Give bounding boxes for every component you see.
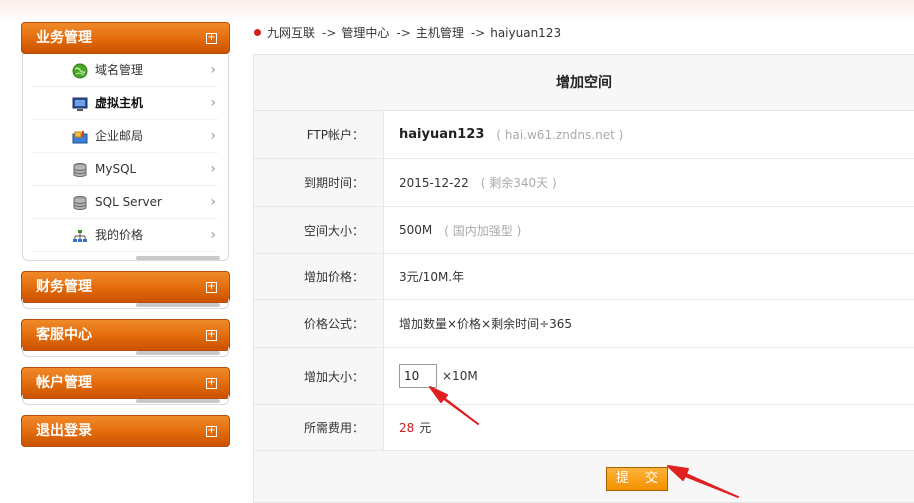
days-remaining: ( 剩余340天 ) [480, 176, 557, 190]
group-account: 帐户管理 + [21, 367, 230, 405]
sidebar-item-label: 域名管理 [95, 63, 144, 77]
expand-icon[interactable]: + [206, 330, 217, 341]
expand-icon[interactable]: + [206, 282, 217, 293]
group-header-business[interactable]: 业务管理 + [21, 22, 230, 54]
expand-icon[interactable]: + [206, 33, 217, 44]
group-title: 客服中心 [36, 327, 92, 343]
chevron-right-icon: › [210, 227, 216, 243]
row-cost: 所需费用： 28 元 [254, 405, 914, 451]
field-label: 所需费用： [254, 405, 384, 450]
sidebar-item-label: 企业邮局 [95, 129, 144, 143]
bullet-icon [254, 29, 261, 36]
plan-type: ( 国内加强型 ) [444, 223, 522, 238]
sidebar-item-mail[interactable]: 企业邮局 › [33, 120, 218, 153]
submit-row: 提 交 [254, 451, 914, 502]
chevron-right-icon: › [210, 161, 216, 177]
sidebar-item-label: 我的价格 [95, 228, 144, 242]
field-label: 增加大小： [254, 348, 384, 404]
sidebar-item-vhost[interactable]: 虚拟主机 › [33, 87, 218, 120]
scrollbar[interactable] [136, 351, 220, 355]
sidebar-item-label: SQL Server [95, 195, 162, 209]
group-logout: 退出登录 + [21, 415, 230, 447]
breadcrumb-item[interactable]: 九网互联 [267, 24, 315, 41]
group-body-business: 域名管理 › 虚拟主机 › 企业邮局 › MySQL › SQL Server … [22, 54, 229, 261]
chevron-right-icon: › [210, 95, 216, 111]
row-expire: 到期时间： 2015-12-22 ( 剩余340天 ) [254, 159, 914, 207]
row-space: 空间大小： 500M ( 国内加强型 ) [254, 207, 914, 254]
chevron-right-icon: › [210, 62, 216, 78]
group-title: 业务管理 [36, 30, 92, 46]
add-space-form: 增加空间 FTP帐户： haiyuan123 ( hai.w61.zndns.n… [253, 54, 914, 503]
monitor-icon [72, 97, 88, 111]
field-value: ×10M [384, 348, 914, 404]
field-label: 空间大小： [254, 207, 384, 253]
group-title: 帐户管理 [36, 375, 92, 391]
row-price: 增加价格： 3元/10M.年 [254, 254, 914, 300]
database-icon [73, 196, 87, 210]
scrollbar[interactable] [136, 303, 220, 307]
field-value: 500M ( 国内加强型 ) [384, 207, 914, 253]
chevron-right-icon: › [210, 194, 216, 210]
database-icon [73, 163, 87, 177]
unit-price: 3元/10M.年 [399, 270, 465, 284]
field-label: 价格公式： [254, 300, 384, 347]
group-title: 财务管理 [36, 279, 92, 295]
ftp-account: haiyuan123 [399, 127, 485, 142]
expand-icon[interactable]: + [206, 426, 217, 437]
submit-button[interactable]: 提 交 [606, 467, 668, 491]
price-formula: 增加数量×价格×剩余时间÷365 [399, 317, 573, 331]
logout-button[interactable]: 退出登录 + [21, 415, 230, 447]
breadcrumb-separator: -> [322, 25, 337, 40]
ftp-host: ( hai.w61.zndns.net ) [496, 127, 624, 142]
expand-icon[interactable]: + [206, 378, 217, 389]
currency-unit: 元 [419, 421, 432, 435]
sidebar-item-mysql[interactable]: MySQL › [33, 153, 218, 186]
scrollbar[interactable] [136, 399, 220, 403]
group-finance: 财务管理 + [21, 271, 230, 309]
group-stub [22, 299, 229, 309]
field-label: 增加价格： [254, 254, 384, 299]
group-stub [22, 347, 229, 357]
field-value: 28 元 [384, 405, 914, 450]
sidebar-item-label: MySQL [95, 162, 137, 176]
scrollbar[interactable] [136, 256, 220, 260]
group-business: 业务管理 + 域名管理 › 虚拟主机 › 企业邮局 › MySQL › SQL … [21, 22, 230, 261]
field-label: FTP帐户： [254, 111, 384, 158]
sidebar-item-sqlserver[interactable]: SQL Server › [33, 186, 218, 219]
globe-icon [72, 63, 88, 79]
sidebar-item-label: 虚拟主机 [95, 96, 144, 110]
scroll-stub [23, 252, 228, 260]
group-title: 退出登录 [36, 423, 92, 439]
row-ftp: FTP帐户： haiyuan123 ( hai.w61.zndns.net ) [254, 111, 914, 159]
expire-date: 2015-12-22 [399, 175, 469, 190]
quantity-input[interactable] [399, 364, 437, 388]
field-value: 2015-12-22 ( 剩余340天 ) [384, 159, 914, 206]
chevron-right-icon: › [210, 128, 216, 144]
breadcrumb-item[interactable]: 管理中心 [341, 24, 389, 41]
field-value: haiyuan123 ( hai.w61.zndns.net ) [384, 111, 914, 158]
space-size: 500M [399, 223, 433, 237]
group-stub [22, 395, 229, 405]
breadcrumb-item[interactable]: 主机管理 [416, 24, 464, 41]
sidebar: 业务管理 + 域名管理 › 虚拟主机 › 企业邮局 › MySQL › SQL … [21, 22, 230, 457]
mailbox-icon [72, 131, 88, 144]
quantity-unit: ×10M [442, 369, 478, 383]
sidebar-item-price[interactable]: 我的价格 › [33, 219, 218, 252]
field-value: 增加数量×价格×剩余时间÷365 [384, 300, 914, 347]
breadcrumb-current: haiyuan123 [490, 25, 562, 40]
row-amount: 增加大小： ×10M [254, 348, 914, 405]
sidebar-item-domain[interactable]: 域名管理 › [33, 54, 218, 87]
sitemap-icon [73, 230, 87, 242]
breadcrumb: 九网互联 -> 管理中心 -> 主机管理 -> haiyuan123 [254, 24, 561, 41]
breadcrumb-separator: -> [470, 25, 486, 40]
group-service: 客服中心 + [21, 319, 230, 357]
row-formula: 价格公式： 增加数量×价格×剩余时间÷365 [254, 300, 914, 348]
total-cost: 28 [399, 420, 415, 435]
page-title: 增加空间 [254, 55, 914, 111]
field-value: 3元/10M.年 [384, 254, 914, 299]
field-label: 到期时间： [254, 159, 384, 206]
breadcrumb-separator: -> [396, 25, 411, 40]
